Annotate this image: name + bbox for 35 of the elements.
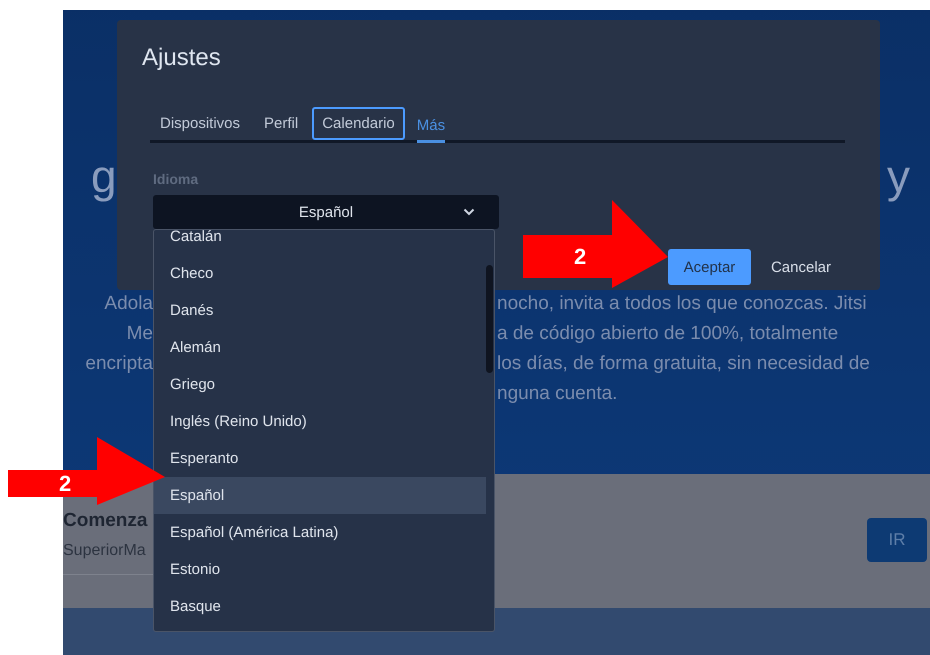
field-label: Idioma [153, 171, 200, 187]
paragraph-text: encripta [85, 353, 153, 375]
scrollbar-thumb[interactable] [486, 265, 493, 373]
chevron-down-icon [463, 208, 475, 216]
heading-text: g [91, 149, 117, 204]
accept-button[interactable]: Aceptar [668, 249, 751, 285]
dropdown-option[interactable]: Checo [154, 255, 486, 292]
tab[interactable]: Perfil [254, 107, 308, 140]
annotation-number: 2 [574, 244, 586, 270]
dropdown-option[interactable]: Griego [154, 366, 486, 403]
language-select[interactable]: Español [153, 195, 499, 229]
cancel-button[interactable]: Cancelar [756, 249, 845, 285]
dropdown-option[interactable]: Español [154, 477, 486, 514]
section-subtitle: SuperiorMa [63, 542, 147, 560]
tab[interactable]: Dispositivos [150, 107, 250, 140]
tab[interactable]: Calendario [312, 107, 405, 140]
paragraph-text: los días, de forma gratuita, sin necesidad de [497, 353, 870, 374]
dropdown-option[interactable]: Catalán [154, 230, 486, 255]
dropdown-option[interactable]: Español (América Latina) [154, 514, 486, 551]
tab[interactable]: Más [416, 109, 446, 143]
dropdown-option[interactable]: Esperanto [154, 440, 486, 477]
dialog-title: Ajustes [142, 44, 222, 73]
section-title: Comenza [63, 509, 148, 533]
paragraph-text: nguna cuenta. [497, 383, 618, 404]
paragraph-text: Adola [104, 293, 153, 315]
dropdown-option[interactable]: Basque [154, 588, 486, 625]
heading-text: y [887, 149, 910, 204]
paragraph-text: nocho, invita a todos los que conozcas. Jitsi [497, 293, 867, 314]
paragraph-text: a de código abierto de 100%, totalmente [497, 323, 838, 344]
dropdown-option[interactable]: Estonio [154, 551, 486, 588]
dropdown-option[interactable]: Alemán [154, 329, 486, 366]
dropdown-option[interactable]: Danés [154, 292, 486, 329]
dropdown-option[interactable]: Inglés (Reino Unido) [154, 403, 486, 440]
paragraph-text: Me [126, 323, 153, 345]
annotation-number: 2 [59, 471, 72, 497]
